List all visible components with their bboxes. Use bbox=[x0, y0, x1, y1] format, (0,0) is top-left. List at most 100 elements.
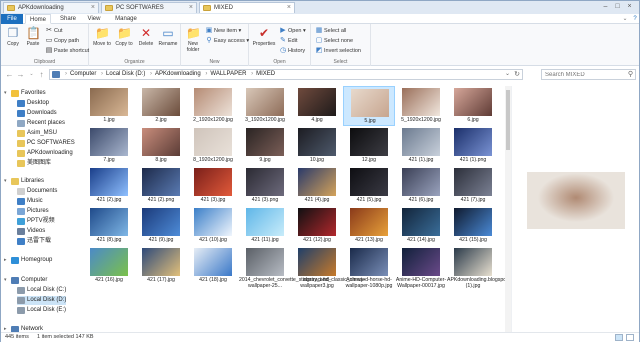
file-tile[interactable]: 421 (10).jpg bbox=[187, 206, 239, 246]
file-tile[interactable]: Anime-HD-Computer-Wallpaper-00017.jpg bbox=[395, 246, 447, 304]
invert-selection-button[interactable]: ◩ Invert selection bbox=[315, 47, 361, 55]
nav-item-libraries[interactable]: ▾ Libraries bbox=[4, 177, 44, 186]
nav-item-pc-softwares[interactable]: PC SOFTWARES bbox=[17, 139, 75, 148]
file-tile[interactable]: 1.jpg bbox=[83, 86, 135, 126]
close-icon[interactable]: × bbox=[287, 3, 291, 13]
new-folder-button[interactable]: 📁 New folder bbox=[183, 26, 203, 56]
nav-item-local-disk-c[interactable]: Local Disk (C:) bbox=[17, 286, 66, 295]
file-tile[interactable]: 421 (16).jpg bbox=[83, 246, 135, 304]
window-tab-pc-softwares[interactable]: PC SOFTWARES × bbox=[101, 2, 197, 13]
nav-item-documents[interactable]: Documents bbox=[17, 187, 57, 196]
file-tile[interactable]: abstract-hd-wallpaper3.jpg bbox=[291, 246, 343, 304]
file-tile[interactable]: 3_1920x1200.jpg bbox=[239, 86, 291, 126]
cut-button[interactable]: ✂ Cut bbox=[45, 27, 63, 35]
file-tile[interactable]: 2.jpg bbox=[135, 86, 187, 126]
chevron-down-icon[interactable]: ⌄ bbox=[505, 70, 510, 79]
file-tile[interactable]: 421 (6).jpg bbox=[395, 166, 447, 206]
breadcrumb-item[interactable]: WALLPAPER bbox=[210, 71, 246, 77]
close-window-icon[interactable]: × bbox=[625, 2, 634, 11]
file-tile[interactable]: 421 (14).jpg bbox=[395, 206, 447, 246]
chevron-down-icon[interactable]: ⌄ bbox=[621, 14, 629, 24]
file-tile[interactable]: 421 (2).jpg bbox=[83, 166, 135, 206]
delete-button[interactable]: ✕ Delete bbox=[136, 26, 156, 56]
tab-home[interactable]: Home bbox=[25, 14, 51, 24]
move-to-button[interactable]: 📁 Move to bbox=[92, 26, 112, 56]
large-icons-view-icon[interactable] bbox=[626, 334, 634, 341]
breadcrumb-item[interactable]: Local Disk (D:) bbox=[106, 71, 145, 77]
breadcrumb-item[interactable]: Computer bbox=[70, 71, 96, 77]
copy-button[interactable]: ❐ Copy bbox=[3, 26, 23, 56]
tab-view[interactable]: View bbox=[83, 14, 105, 24]
copy-to-button[interactable]: 📁 Copy to bbox=[114, 26, 134, 56]
scrollbar-thumb[interactable] bbox=[506, 90, 510, 150]
file-tile[interactable]: 421 (18).jpg bbox=[187, 246, 239, 304]
file-tile[interactable]: 421 (1).png bbox=[447, 126, 499, 166]
file-tile[interactable]: 4.jpg bbox=[291, 86, 343, 126]
nav-item-asim-msu[interactable]: Asim_MSU bbox=[17, 129, 57, 138]
tab-manage[interactable]: Manage bbox=[111, 14, 141, 24]
help-icon[interactable]: ? bbox=[631, 14, 639, 24]
file-tile[interactable]: 12.jpg bbox=[343, 126, 395, 166]
close-icon[interactable]: × bbox=[189, 3, 193, 13]
back-arrow-icon[interactable]: ← bbox=[5, 70, 14, 79]
up-arrow-icon[interactable]: ↑ bbox=[37, 70, 46, 79]
refresh-icon[interactable]: ↻ bbox=[514, 70, 520, 79]
file-tile[interactable]: 421 (11).jpg bbox=[239, 206, 291, 246]
file-tile[interactable]: 6.jpg bbox=[447, 86, 499, 126]
chevron-down-icon[interactable]: ▾ bbox=[4, 177, 7, 186]
history-button[interactable]: ◷ History bbox=[279, 47, 305, 55]
file-tile[interactable]: 421 (3).png bbox=[239, 166, 291, 206]
chevron-right-icon[interactable]: ▸ bbox=[4, 325, 7, 332]
nav-item-desktop[interactable]: Desktop bbox=[17, 99, 49, 108]
rename-button[interactable]: ▭ Rename bbox=[158, 26, 178, 56]
file-tile[interactable]: 421 (9).jpg bbox=[135, 206, 187, 246]
file-tile[interactable]: 5_1920x1200.jpg bbox=[395, 86, 447, 126]
details-view-icon[interactable] bbox=[615, 334, 623, 341]
file-tile[interactable]: 421 (3).jpg bbox=[187, 166, 239, 206]
paste-shortcut-button[interactable]: ▤ Paste shortcut bbox=[45, 47, 89, 55]
file-tile[interactable]: 8.jpg bbox=[135, 126, 187, 166]
recent-locations-chevron-icon[interactable]: ⌄ bbox=[27, 70, 36, 79]
nav-item-music[interactable]: Music bbox=[17, 197, 43, 206]
window-tab-mixed[interactable]: MIXED × bbox=[199, 2, 295, 13]
select-none-button[interactable]: ▢ Select none bbox=[315, 37, 353, 45]
nav-item-homegroup[interactable]: ▸ Homegroup bbox=[4, 256, 52, 265]
chevron-right-icon[interactable]: ▸ bbox=[4, 256, 7, 265]
file-tile[interactable]: 7.jpg bbox=[83, 126, 135, 166]
nav-item-gallery[interactable]: 美图图库 bbox=[17, 159, 51, 168]
nav-item-thunder-downloads[interactable]: 迅雷下载 bbox=[17, 237, 51, 246]
file-tile[interactable]: 421 (2).png bbox=[135, 166, 187, 206]
close-icon[interactable]: × bbox=[91, 3, 95, 13]
chevron-down-icon[interactable]: ▾ bbox=[4, 276, 7, 285]
copy-path-button[interactable]: ▭ Copy path bbox=[45, 37, 79, 45]
search-input[interactable] bbox=[542, 70, 624, 79]
nav-item-apkdownloading[interactable]: APKdownloading bbox=[17, 149, 73, 158]
file-tile[interactable]: 421 (13).jpg bbox=[343, 206, 395, 246]
forward-arrow-icon[interactable]: → bbox=[16, 70, 25, 79]
file-tile[interactable]: 421 (15).jpg bbox=[447, 206, 499, 246]
new-item-button[interactable]: ▣ New item ▾ bbox=[205, 27, 242, 35]
nav-item-favorites[interactable]: ▾ Favorites bbox=[4, 89, 46, 98]
file-tile[interactable]: 8_1920x1200.jpg bbox=[187, 126, 239, 166]
file-tile[interactable]: 421 (1).jpg bbox=[395, 126, 447, 166]
nav-item-local-disk-d[interactable]: Local Disk (D:) bbox=[17, 296, 67, 305]
file-tile[interactable]: APKdownloading.blogspot.com (1).jpg bbox=[447, 246, 506, 304]
select-all-button[interactable]: ▦ Select all bbox=[315, 27, 347, 35]
file-tile[interactable]: 5.jpg bbox=[343, 86, 395, 126]
maximize-icon[interactable]: □ bbox=[613, 2, 622, 11]
open-button[interactable]: ▶ Open ▾ bbox=[279, 27, 305, 35]
tab-file[interactable]: File bbox=[1, 14, 23, 24]
nav-item-videos[interactable]: Videos bbox=[17, 227, 45, 236]
minimize-icon[interactable]: – bbox=[601, 2, 610, 11]
file-tile[interactable]: 421 (8).jpg bbox=[83, 206, 135, 246]
nav-item-network[interactable]: ▸ Network bbox=[4, 325, 43, 332]
file-tile[interactable]: 421 (5).jpg bbox=[343, 166, 395, 206]
nav-item-recent-places[interactable]: Recent places bbox=[17, 119, 65, 128]
nav-item-computer[interactable]: ▾ Computer bbox=[4, 276, 47, 285]
file-tile[interactable]: Animated-horse-hd-wallpaper-1080p.jpg bbox=[343, 246, 395, 304]
nav-item-downloads[interactable]: Downloads bbox=[17, 109, 57, 118]
properties-button[interactable]: ✔ Properties bbox=[252, 26, 276, 56]
file-tile[interactable]: 9.jpg bbox=[239, 126, 291, 166]
file-tile[interactable]: 2_1920x1200.jpg bbox=[187, 86, 239, 126]
easy-access-button[interactable]: ⚲ Easy access ▾ bbox=[205, 37, 249, 45]
